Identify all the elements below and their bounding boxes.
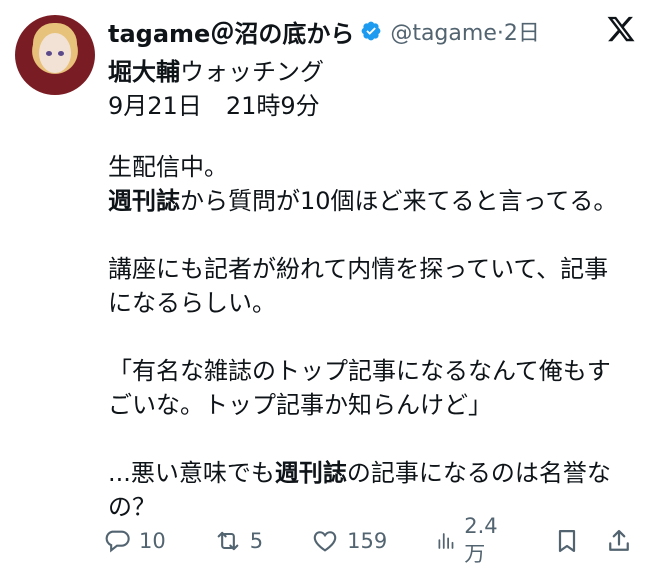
post-line: の？ xyxy=(108,493,156,521)
community-label[interactable]: 堀大輔ウォッチング xyxy=(108,52,324,87)
post-line: 講座にも記者が紛れて内情を探っていて、記事 xyxy=(108,255,609,283)
views-icon xyxy=(438,533,454,549)
bookmark-button[interactable] xyxy=(553,527,581,555)
author-handle[interactable]: @tagame·2日 xyxy=(390,15,540,47)
post-line: 生配信中。 xyxy=(108,153,228,181)
post-line: 週刊誌から質問が10個ほど来てると言ってる。 xyxy=(108,187,618,215)
like-icon xyxy=(313,531,337,552)
bold-keyword: 週刊誌 xyxy=(108,187,180,215)
share-icon xyxy=(609,529,629,551)
view-count: 2.4万 xyxy=(464,514,498,566)
post-line: ...悪い意味でも週刊誌の記事になるのは名誉な xyxy=(108,459,611,487)
post-line: になるらしい。 xyxy=(108,289,276,317)
verified-badge-icon xyxy=(360,20,382,42)
repost-count: 5 xyxy=(249,529,264,553)
like-button[interactable]: 159 xyxy=(311,527,387,555)
repost-button[interactable]: 5 xyxy=(214,527,263,555)
reply-button[interactable]: 10 xyxy=(103,527,166,555)
post-timestamp[interactable]: 9月21日 21時9分 xyxy=(108,86,320,121)
like-count: 159 xyxy=(347,529,388,553)
reply-count: 10 xyxy=(139,529,166,553)
reply-icon xyxy=(105,530,130,553)
views-button[interactable]: 2.4万 xyxy=(435,514,505,568)
post-age: 2日 xyxy=(503,21,540,46)
post-date: 9月21日 xyxy=(108,92,202,120)
avatar[interactable] xyxy=(15,15,95,95)
post-body: 生配信中。 週刊誌から質問が10個ほど来てると言ってる。 講座にも記者が紛れて内… xyxy=(108,150,633,524)
x-logo-icon[interactable] xyxy=(606,14,636,44)
action-bar: 10 5 159 2.4万 xyxy=(103,514,633,566)
bookmark-icon xyxy=(558,529,576,553)
share-button[interactable] xyxy=(605,527,633,555)
repost-icon xyxy=(217,531,239,551)
post-line: ごいな。トップ記事か知らんけど」 xyxy=(108,391,492,419)
bold-keyword: 週刊誌 xyxy=(274,459,347,487)
post-time: 21時9分 xyxy=(225,92,320,120)
post-header: tagame＠沼の底から @tagame·2日 xyxy=(108,14,630,48)
author-name[interactable]: tagame＠沼の底から xyxy=(108,14,354,49)
post-line: 「有名な雑誌のトップ記事になるなんて俺もす xyxy=(108,357,611,385)
